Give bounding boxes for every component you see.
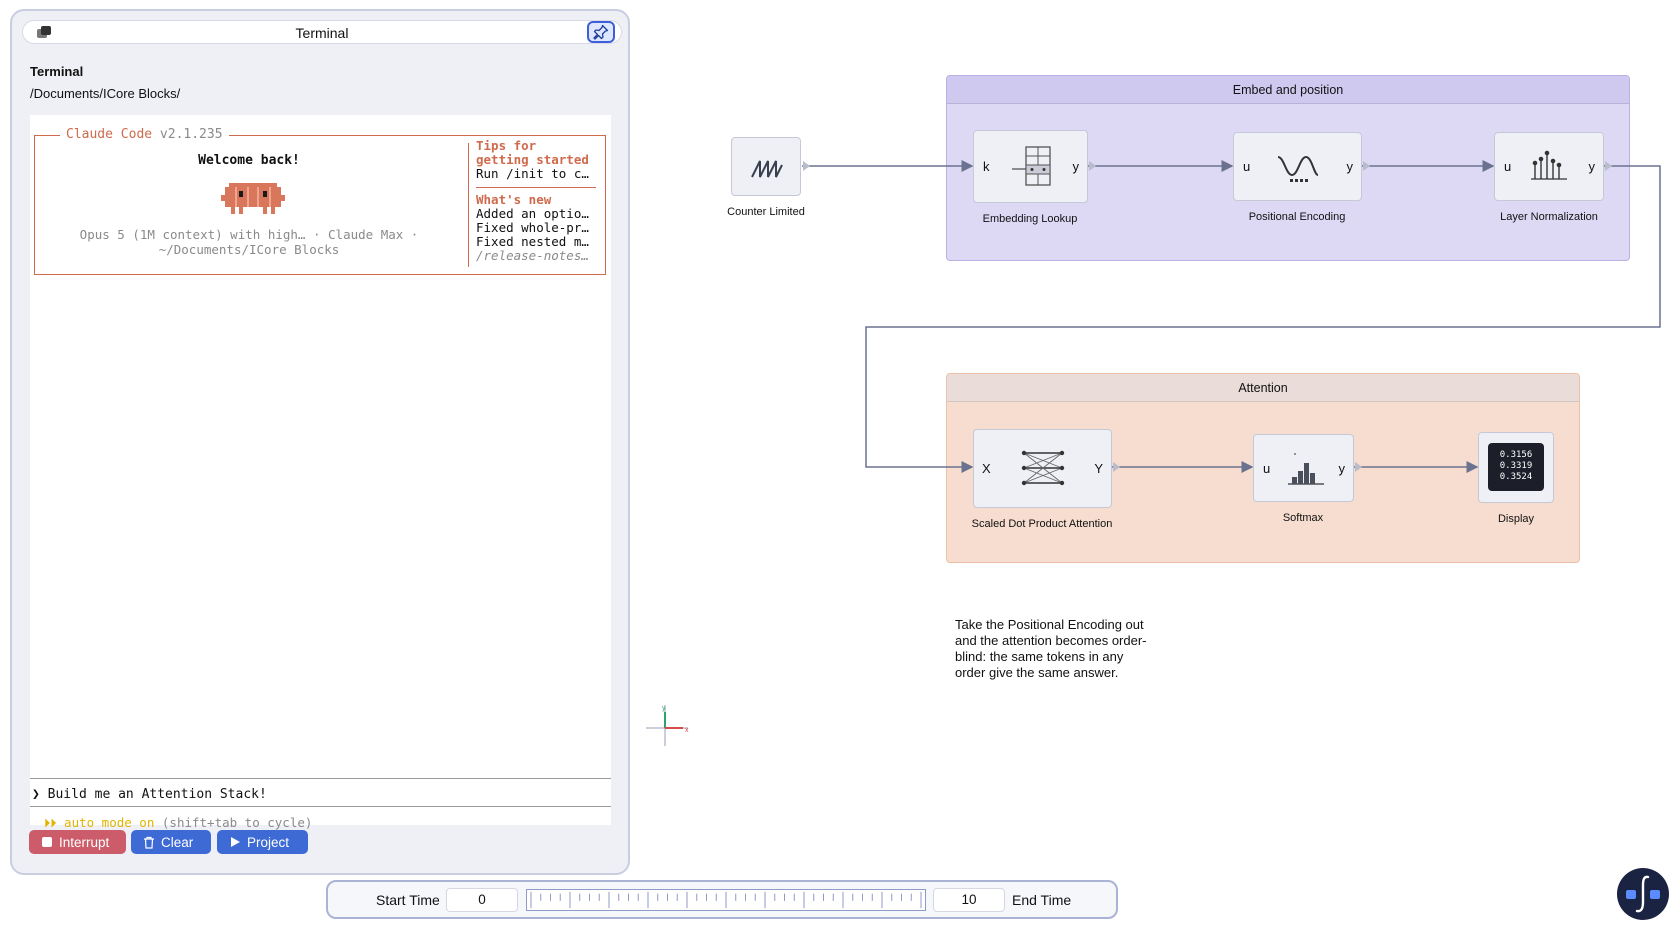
mode-arrows-icon: ⏵⏵ xyxy=(44,815,57,830)
interrupt-button[interactable]: Interrupt xyxy=(29,830,126,854)
display-label: Display xyxy=(1497,513,1535,525)
display-block[interactable]: 0.3156 0.3319 0.3524 xyxy=(1478,432,1554,503)
mode-indicator: ⏵⏵ auto mode on (shift+tab to cycle) xyxy=(44,815,312,831)
attention-block-label: Scaled Dot Product Attention xyxy=(971,518,1113,530)
play-icon xyxy=(231,837,240,847)
output-port[interactable]: y xyxy=(1339,461,1346,476)
axis-label-y: y xyxy=(662,705,666,712)
layer-normalization-block[interactable]: u y xyxy=(1494,132,1604,201)
input-port[interactable]: u xyxy=(1263,461,1270,476)
embedding-lookup-label: Embedding Lookup xyxy=(982,213,1078,225)
app-logo-button[interactable] xyxy=(1617,868,1669,920)
prompt-bottom-rule xyxy=(30,806,611,807)
whats-new-item: Fixed nested m… xyxy=(476,234,589,249)
start-time-input[interactable]: 0 xyxy=(446,888,518,912)
claude-left-pane: Welcome back! Opus 5 (1M context) with h… xyxy=(34,135,464,275)
embedding-lookup-block[interactable]: k y xyxy=(973,130,1088,203)
whats-new-item: Fixed whole-pr… xyxy=(476,220,589,235)
display-screen: 0.3156 0.3319 0.3524 xyxy=(1488,443,1544,491)
release-notes-link: /release-notes… xyxy=(476,248,589,263)
integral-logo-icon xyxy=(1626,875,1660,913)
positional-encoding-block[interactable]: u y xyxy=(1233,132,1362,201)
terminal-panel: Terminal Terminal /Documents/ICore Block… xyxy=(10,9,630,875)
softmax-block[interactable]: u y xyxy=(1253,434,1354,502)
output-port[interactable]: y xyxy=(1347,159,1354,174)
prompt-symbol: ❯ xyxy=(32,787,40,802)
prompt-input[interactable]: ❯ Build me an Attention Stack! xyxy=(32,787,267,802)
trash-icon xyxy=(144,836,154,849)
project-button[interactable]: Project xyxy=(217,830,308,854)
interrupt-label: Interrupt xyxy=(59,834,110,850)
prompt-text: Build me an Attention Stack! xyxy=(47,787,267,802)
project-label: Project xyxy=(247,834,290,850)
whats-new-item: Added an optio… xyxy=(476,206,589,221)
time-slider[interactable] xyxy=(526,889,926,911)
terminal-screen[interactable]: Claude Code v2.1.235 Welcome back! Opus … xyxy=(30,115,611,830)
terminal-window-title: Terminal xyxy=(295,25,349,41)
pin-icon xyxy=(593,24,609,40)
mode-hint: (shift+tab to cycle) xyxy=(161,815,313,830)
stem-plot-icon xyxy=(1531,150,1567,180)
annotation-note[interactable]: Take the Positional Encoding out and the… xyxy=(955,617,1155,681)
model-info: Opus 5 (1M context) with high… · Claude … xyxy=(79,227,419,242)
tips-heading-line2: getting started xyxy=(476,152,589,167)
counter-limited-block[interactable] xyxy=(731,137,801,196)
mode-text: auto mode on xyxy=(64,815,155,830)
output-port[interactable]: y xyxy=(1073,159,1080,174)
group-title: Embed and position xyxy=(947,76,1629,104)
whats-new-heading: What's new xyxy=(476,192,552,207)
display-value: 0.3524 xyxy=(1499,472,1533,482)
coordinate-axes-icon xyxy=(646,705,688,746)
clear-button[interactable]: Clear xyxy=(131,830,211,854)
sine-wave-icon xyxy=(1277,155,1319,182)
claude-box-divider xyxy=(468,143,469,267)
display-value: 0.3156 xyxy=(1499,450,1533,460)
end-time-input[interactable]: 10 xyxy=(933,888,1005,912)
output-port[interactable]: Y xyxy=(1094,461,1103,476)
table-lookup-icon xyxy=(1012,146,1051,186)
tips-heading-line1: Tips for xyxy=(476,138,537,153)
input-port[interactable]: u xyxy=(1243,159,1250,174)
sawtooth-icon xyxy=(751,160,783,178)
claude-right-pane: Tips for getting started Run /init to c…… xyxy=(476,139,604,263)
start-time-label: Start Time xyxy=(376,892,440,908)
simulation-time-bar: Start Time 0 10 End Time xyxy=(326,880,1118,919)
display-value: 0.3319 xyxy=(1499,461,1533,471)
input-port[interactable]: k xyxy=(983,159,990,174)
axis-label-x: x xyxy=(685,727,689,734)
stop-icon xyxy=(42,837,52,847)
pin-button[interactable] xyxy=(587,21,615,43)
working-directory: ~/Documents/ICore Blocks xyxy=(158,242,340,257)
terminal-path: /Documents/ICore Blocks/ xyxy=(30,86,181,101)
softmax-label: Softmax xyxy=(1282,512,1324,524)
terminal-titlebar: Terminal xyxy=(22,20,622,44)
group-title: Attention xyxy=(947,374,1579,402)
attention-graph-icon xyxy=(1021,450,1065,486)
input-port[interactable]: u xyxy=(1504,159,1511,174)
counter-limited-label: Counter Limited xyxy=(727,206,805,218)
claude-mascot-icon xyxy=(221,183,285,214)
scaled-dot-product-attention-block[interactable]: X Y xyxy=(973,429,1112,508)
end-time-label: End Time xyxy=(1012,892,1072,908)
tips-line: Run /init to c… xyxy=(476,166,589,181)
layer-normalization-label: Layer Normalization xyxy=(1500,211,1598,223)
tips-divider xyxy=(476,187,596,188)
prompt-top-rule xyxy=(30,778,611,779)
positional-encoding-label: Positional Encoding xyxy=(1248,211,1346,223)
welcome-text: Welcome back! xyxy=(198,153,300,168)
bar-chart-icon xyxy=(1288,453,1324,485)
output-port[interactable]: y xyxy=(1589,159,1596,174)
terminal-heading: Terminal xyxy=(30,64,84,79)
clear-label: Clear xyxy=(161,834,194,850)
input-port[interactable]: X xyxy=(982,461,991,476)
